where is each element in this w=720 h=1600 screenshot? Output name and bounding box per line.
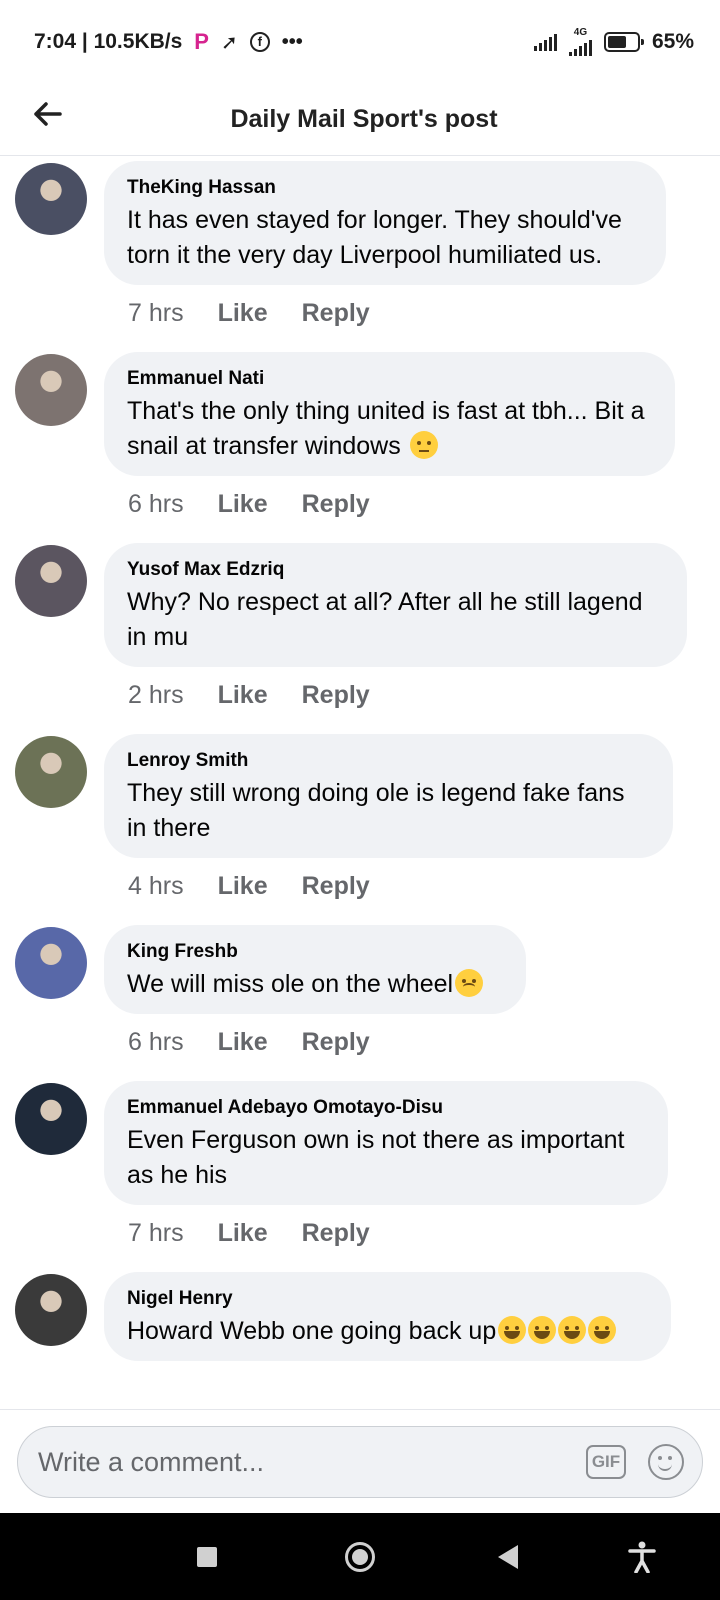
comment-text: We will miss ole on the wheel: [127, 967, 503, 1002]
comment-author[interactable]: King Freshb: [127, 941, 503, 963]
post-header: Daily Mail Sport's post: [0, 84, 720, 156]
avatar[interactable]: [15, 354, 87, 426]
reply-button[interactable]: Reply: [302, 1219, 370, 1248]
back-icon[interactable]: [486, 1535, 530, 1579]
status-time-speed: 7:04 | 10.5KB/s: [34, 30, 183, 53]
reply-button[interactable]: Reply: [302, 681, 370, 710]
comment-bubble[interactable]: Lenroy Smith They still wrong doing ole i…: [104, 734, 673, 858]
tears-of-joy-emoji-icon: [528, 1316, 557, 1344]
comment-bubble[interactable]: Nigel Henry Howard Webb one going back up: [104, 1272, 671, 1361]
tears-of-joy-emoji-icon: [498, 1316, 527, 1344]
comment-text-body: Why? No respect at all? After all he sti…: [127, 588, 643, 651]
comment-bubble[interactable]: TheKing Hassan It has even stayed for lon…: [104, 161, 666, 285]
wifi-signal-icon: [533, 33, 557, 51]
comment-author[interactable]: Yusof Max Edzriq: [127, 559, 664, 581]
sad-emoji-icon: [455, 969, 484, 997]
comment-bubble[interactable]: Emmanuel Adebayo Omotayo-Disu Even Fergus…: [104, 1081, 668, 1205]
comment-actions: 7 hrs Like Reply: [128, 299, 370, 328]
comment-text-body: Howard Webb one going back up: [127, 1317, 497, 1345]
comment-input[interactable]: [38, 1446, 586, 1478]
comment-bubble[interactable]: King Freshb We will miss ole on the wheel: [104, 925, 526, 1014]
comment-text: It has even stayed for longer. They shou…: [127, 203, 643, 273]
smiley-icon[interactable]: [648, 1444, 684, 1480]
comment-bubble[interactable]: Yusof Max Edzriq Why? No respect at all? …: [104, 543, 687, 667]
like-button[interactable]: Like: [218, 490, 268, 519]
comment-author[interactable]: TheKing Hassan: [127, 177, 643, 199]
comment-text-body: It has even stayed for longer. They shou…: [127, 206, 622, 269]
comment-text: Why? No respect at all? After all he sti…: [127, 585, 664, 655]
comment-actions: 4 hrs Like Reply: [128, 872, 370, 901]
comment-list[interactable]: TheKing Hassan It has even stayed for lon…: [0, 157, 720, 1409]
comment-text: Even Ferguson own is not there as import…: [127, 1123, 645, 1193]
comment-text: They still wrong doing ole is legend fak…: [127, 776, 650, 846]
reply-button[interactable]: Reply: [302, 490, 370, 519]
status-bar: 7:04 | 10.5KB/s P ➚ f ••• 4G 65%: [0, 0, 720, 84]
comment-actions: 6 hrs Like Reply: [128, 1028, 370, 1057]
avatar[interactable]: [15, 736, 87, 808]
comment-timestamp[interactable]: 4 hrs: [128, 872, 184, 901]
reply-button[interactable]: Reply: [302, 872, 370, 901]
like-button[interactable]: Like: [218, 872, 268, 901]
like-button[interactable]: Like: [218, 681, 268, 710]
comment-actions: 6 hrs Like Reply: [128, 490, 370, 519]
accessibility-icon[interactable]: [620, 1535, 664, 1579]
comment-composer[interactable]: GIF: [17, 1426, 703, 1498]
comment-composer-bar: GIF: [0, 1409, 720, 1513]
comment-author[interactable]: Lenroy Smith: [127, 750, 650, 772]
recent-apps-icon[interactable]: [185, 1535, 229, 1579]
comment-timestamp[interactable]: 2 hrs: [128, 681, 184, 710]
avatar[interactable]: [15, 545, 87, 617]
home-icon[interactable]: [338, 1535, 382, 1579]
reply-button[interactable]: Reply: [302, 1028, 370, 1057]
comment-text-body: They still wrong doing ole is legend fak…: [127, 779, 625, 842]
bird-icon: ➚: [220, 31, 238, 54]
network-type-label: 4G: [573, 27, 588, 38]
page-title: Daily Mail Sport's post: [230, 105, 498, 133]
comment-timestamp[interactable]: 7 hrs: [128, 1219, 184, 1248]
comment-text: That's the only thing united is fast at …: [127, 394, 652, 464]
reply-button[interactable]: Reply: [302, 299, 370, 328]
like-button[interactable]: Like: [218, 299, 268, 328]
avatar[interactable]: [15, 1083, 87, 1155]
tears-of-joy-emoji-icon: [588, 1316, 617, 1344]
avatar[interactable]: [15, 163, 87, 235]
pinterest-p-icon: P: [194, 29, 209, 54]
comment-text-body: That's the only thing united is fast at …: [127, 397, 645, 460]
avatar[interactable]: [15, 927, 87, 999]
tears-of-joy-emoji-icon: [558, 1316, 587, 1344]
comment-actions: 7 hrs Like Reply: [128, 1219, 370, 1248]
facebook-icon: f: [249, 32, 270, 52]
battery-percent: 65%: [651, 30, 694, 53]
comment-timestamp[interactable]: 6 hrs: [128, 490, 184, 519]
gif-button[interactable]: GIF: [586, 1445, 626, 1479]
comment-author[interactable]: Emmanuel Adebayo Omotayo-Disu: [127, 1097, 645, 1119]
like-button[interactable]: Like: [218, 1219, 268, 1248]
arrow-left-icon[interactable]: [28, 94, 68, 134]
comment-timestamp[interactable]: 7 hrs: [128, 299, 184, 328]
comment-text-body: Even Ferguson own is not there as import…: [127, 1126, 625, 1189]
comment-actions: 2 hrs Like Reply: [128, 681, 370, 710]
comment-text: Howard Webb one going back up: [127, 1314, 648, 1349]
comment-author[interactable]: Emmanuel Nati: [127, 368, 652, 390]
cell-signal-icon: [568, 38, 592, 56]
more-dots-icon: •••: [281, 30, 303, 53]
system-nav-bar: [0, 1513, 720, 1600]
comment-timestamp[interactable]: 6 hrs: [128, 1028, 184, 1057]
comment-author[interactable]: Nigel Henry: [127, 1288, 648, 1310]
like-button[interactable]: Like: [218, 1028, 268, 1057]
avatar[interactable]: [15, 1274, 87, 1346]
comment-bubble[interactable]: Emmanuel Nati That's the only thing unite…: [104, 352, 675, 476]
battery-icon: [603, 32, 644, 52]
rolling-eyes-emoji-icon: [409, 431, 438, 459]
comment-text-body: We will miss ole on the wheel: [127, 970, 454, 998]
